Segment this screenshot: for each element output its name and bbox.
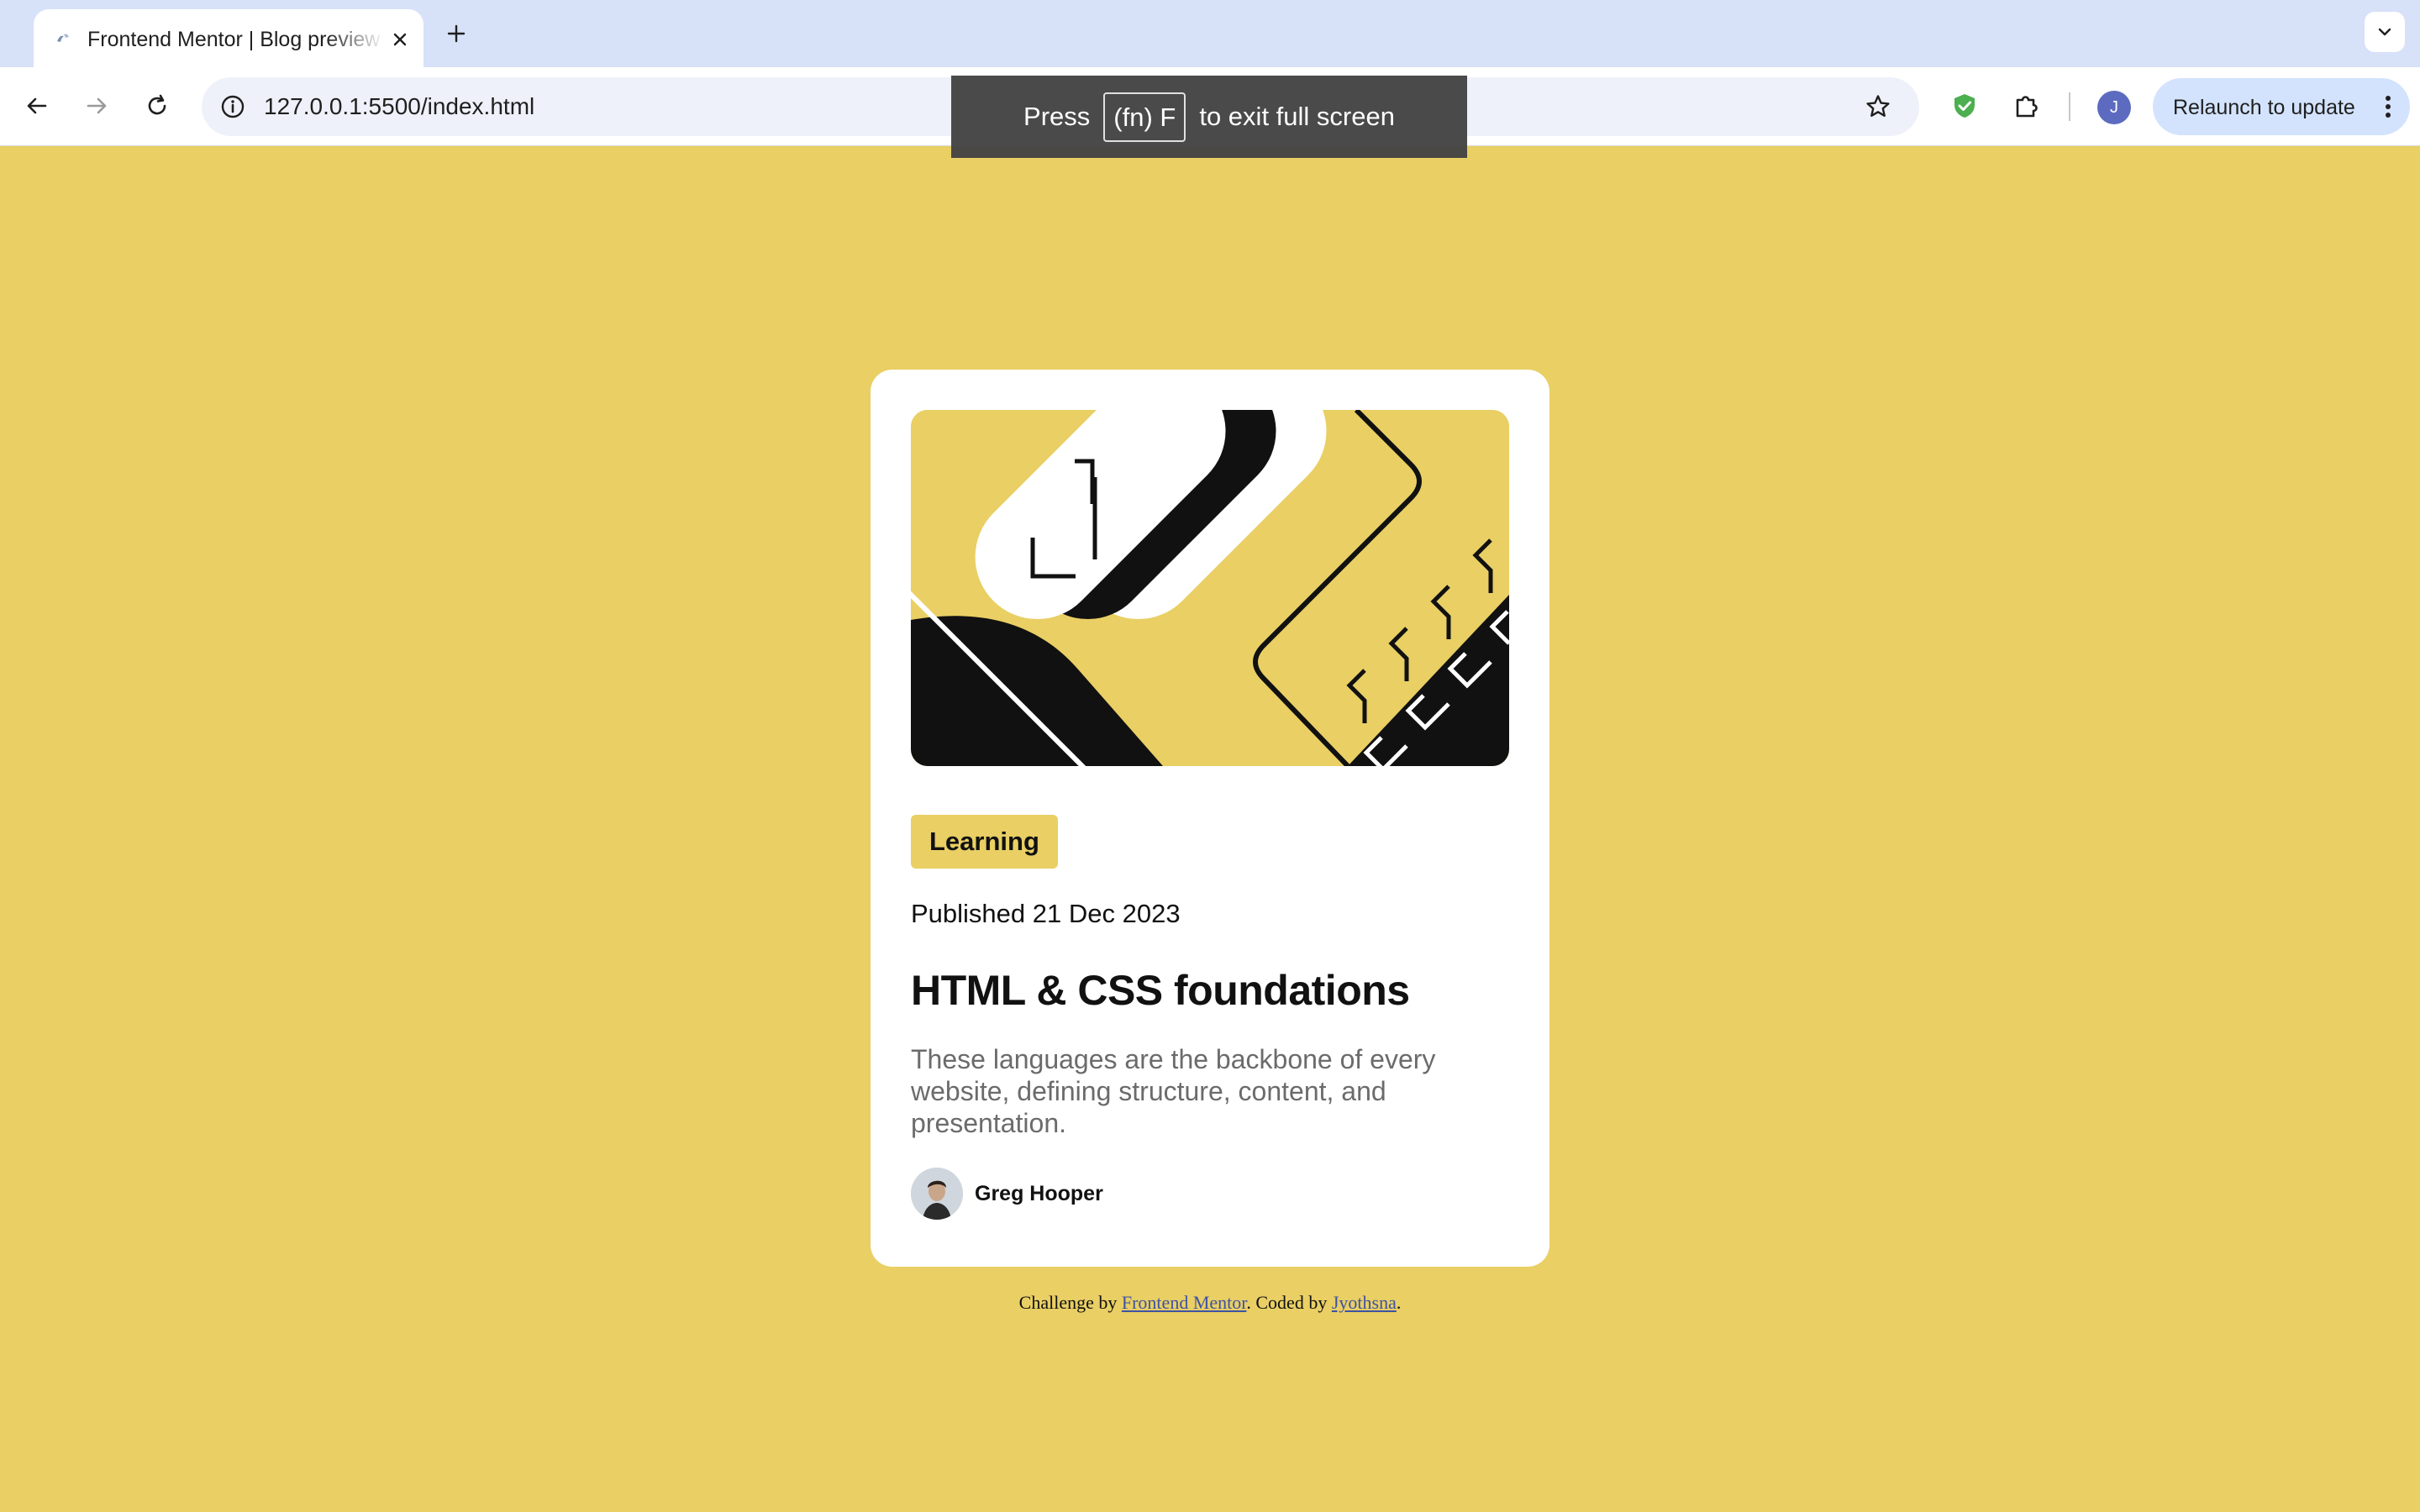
fullscreen-toast: Press (fn) F to exit full screen bbox=[951, 76, 1467, 158]
forward-arrow-icon[interactable] bbox=[76, 86, 117, 126]
attribution-prefix: Challenge by bbox=[1018, 1292, 1118, 1313]
toast-press: Press bbox=[1023, 102, 1091, 131]
plus-icon[interactable] bbox=[439, 17, 473, 50]
back-arrow-icon[interactable] bbox=[17, 86, 57, 126]
toast-rest: to exit full screen bbox=[1199, 102, 1395, 131]
favicon-icon bbox=[52, 28, 74, 50]
shield-icon[interactable] bbox=[1944, 86, 1985, 126]
chevron-down-icon[interactable] bbox=[2365, 12, 2405, 52]
card-title[interactable]: HTML & CSS foundations bbox=[911, 966, 1410, 1015]
attribution-middle: . Coded by bbox=[1246, 1292, 1328, 1313]
url-text[interactable]: 127.0.0.1:5500/index.html bbox=[264, 93, 534, 120]
category-tag: Learning bbox=[911, 815, 1058, 869]
attribution-suffix: . bbox=[1396, 1292, 1402, 1313]
relaunch-label: Relaunch to update bbox=[2173, 96, 2355, 119]
profile-avatar[interactable]: J bbox=[2097, 91, 2131, 124]
tab-strip: Frontend Mentor | Blog preview card main bbox=[0, 0, 2420, 67]
relaunch-button[interactable]: Relaunch to update bbox=[2153, 78, 2410, 135]
avatar bbox=[911, 1168, 963, 1220]
card-excerpt: These languages are the backbone of ever… bbox=[911, 1044, 1436, 1138]
info-icon[interactable] bbox=[213, 87, 252, 126]
star-icon[interactable] bbox=[1859, 87, 1897, 126]
author: Greg Hooper bbox=[911, 1168, 1103, 1220]
author-link[interactable]: Jyothsna bbox=[1332, 1292, 1397, 1313]
attribution: Challenge by Frontend Mentor. Coded by J… bbox=[0, 1292, 2420, 1314]
toolbar-separator bbox=[2069, 92, 2070, 121]
more-vert-icon[interactable] bbox=[2373, 92, 2403, 122]
extensions-icon[interactable] bbox=[2007, 86, 2047, 126]
blog-preview-card: Learning Published 21 Dec 2023 HTML & CS… bbox=[871, 370, 1549, 1267]
active-tab[interactable]: Frontend Mentor | Blog preview card main bbox=[34, 9, 424, 67]
frontend-mentor-link[interactable]: Frontend Mentor bbox=[1122, 1292, 1247, 1313]
toast-key: (fn) F bbox=[1103, 92, 1186, 142]
reload-icon[interactable] bbox=[137, 86, 177, 126]
hero-illustration bbox=[911, 410, 1509, 766]
tab-title: Frontend Mentor | Blog preview card main bbox=[87, 28, 385, 51]
close-icon[interactable] bbox=[385, 24, 415, 55]
published-date: Published 21 Dec 2023 bbox=[911, 899, 1181, 928]
author-name: Greg Hooper bbox=[975, 1181, 1103, 1205]
